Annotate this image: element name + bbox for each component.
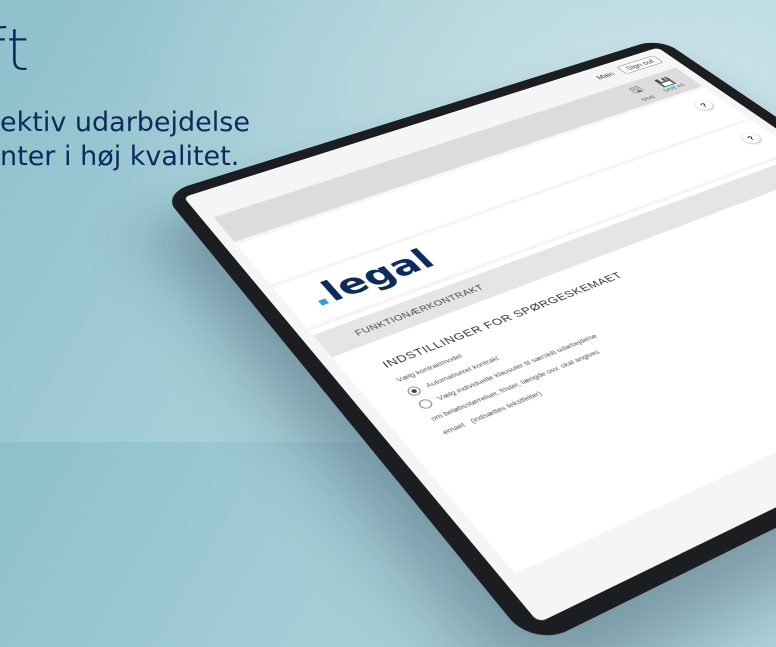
help-button[interactable]: ?	[738, 131, 764, 145]
nav-main-link[interactable]: Main	[594, 71, 616, 81]
save-icon: 🖫	[626, 84, 647, 96]
marketing-headline: ft ektiv udarbejdelse nter i høj kvalite…	[0, 16, 250, 172]
sign-out-button[interactable]: Sign out	[616, 55, 664, 75]
save-as-button[interactable]: 💾 SAVE AS	[650, 75, 686, 93]
headline-line-1: ektiv udarbejdelse	[0, 107, 250, 138]
help-button[interactable]: ?	[691, 99, 716, 112]
save-button[interactable]: 🖫 SAVE	[624, 83, 658, 103]
headline-large: ft	[0, 16, 31, 84]
